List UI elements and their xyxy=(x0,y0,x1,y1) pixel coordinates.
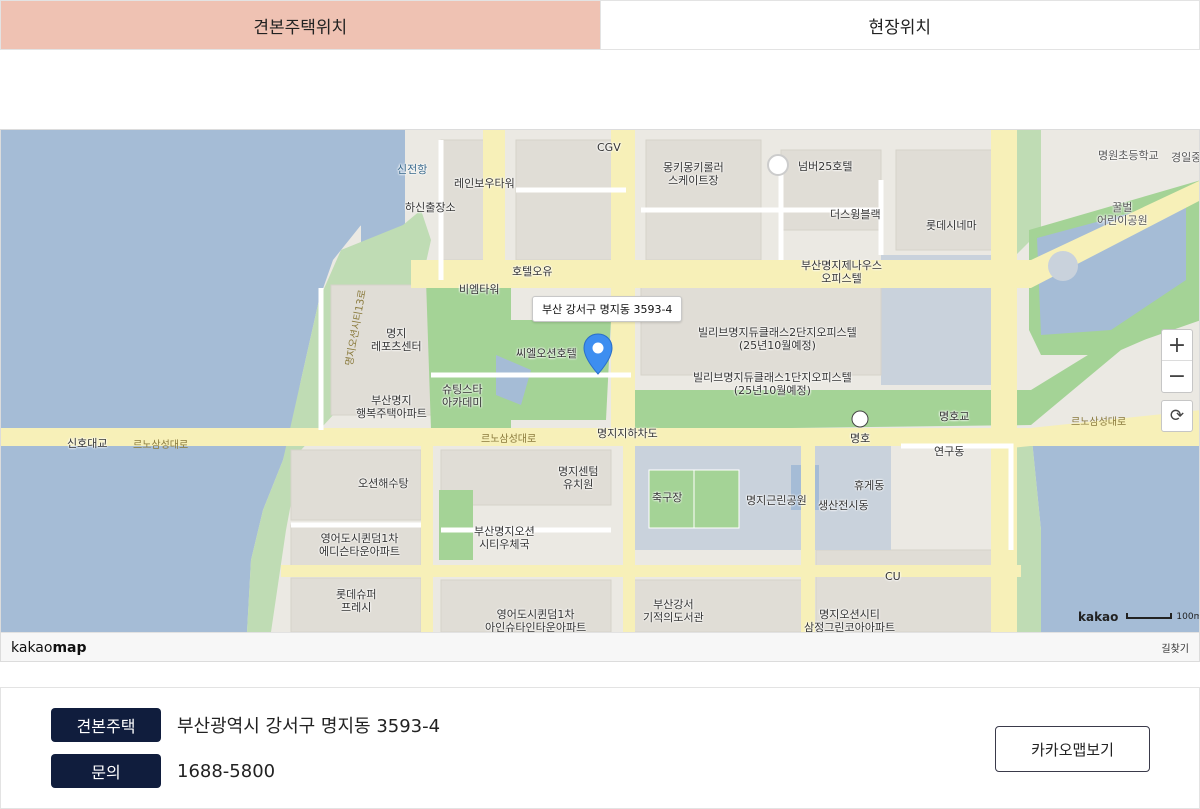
zoom-control: + − xyxy=(1161,329,1193,393)
poi-myeongho-bridge: 명호교 xyxy=(939,410,970,423)
road-label-renault-east: 르노삼성대로 xyxy=(1071,417,1127,428)
zoom-in-button[interactable]: + xyxy=(1162,330,1192,361)
inquiry-row: 문의 1688-5800 xyxy=(51,754,275,788)
kakaomap-logo-bold: map xyxy=(52,639,87,656)
poi-production-bldg: 생산전시동 xyxy=(818,499,869,512)
poi-shooting-star: 슈팅스타 아카데미 xyxy=(442,383,483,409)
model-house-address: 부산광역시 강서구 명지동 3593-4 xyxy=(177,716,441,737)
scale-distance: 100m xyxy=(1176,612,1200,622)
kakao-map-view-button[interactable]: 카카오맵보기 xyxy=(995,726,1150,772)
poi-seawell-hotel: 씨엘오션호텔 xyxy=(516,347,577,360)
scale-bar xyxy=(1126,613,1173,619)
poi-underpass: 명지지하차도 xyxy=(597,427,658,440)
poi-bm-tower: 비엠타워 xyxy=(459,283,500,296)
poi-billy-1: 빌리브명지듀클래스1단지오피스텔 (25년10월예정) xyxy=(693,371,852,397)
poi-cgv: CGV xyxy=(597,141,621,154)
poi-rest-bldg: 휴게동 xyxy=(854,479,885,492)
map-scale: kakao 100m xyxy=(1078,610,1200,624)
poi-ocean-bath: 오션해수탕 xyxy=(358,477,409,490)
poi-kkulbeol-park: 꿀벌 어린이공원 xyxy=(1097,201,1148,227)
poi-number25-hotel: 넘버25호텔 xyxy=(798,160,853,173)
reset-map-button[interactable]: ⟳ xyxy=(1161,400,1193,432)
location-info-box: 견본주택 부산광역시 강서구 명지동 3593-4 문의 1688-5800 카… xyxy=(0,687,1200,809)
map-canvas[interactable]: 신전항 하신출장소 레인보우타워 CGV 몽키몽키롤러 스케이트장 넘버25호텔… xyxy=(1,130,1200,632)
poi-sinho-bridge: 신호대교 xyxy=(67,437,108,450)
poi-myeongwon-school: 명원초등학교 xyxy=(1098,149,1159,162)
inquiry-phone[interactable]: 1688-5800 xyxy=(177,761,275,782)
kakao-map[interactable]: 신전항 하신출장소 레인보우타워 CGV 몽키몽키롤러 스케이트장 넘버25호텔… xyxy=(0,129,1200,662)
poi-gyeongil: 경일중 xyxy=(1171,151,1200,164)
poi-centum-kinder: 명지센텀 유치원 xyxy=(558,465,599,491)
model-house-row: 견본주택 부산광역시 강서구 명지동 3593-4 xyxy=(51,708,440,742)
kakaomap-logo[interactable]: kakaomap xyxy=(11,640,87,656)
poi-monkey-rink: 몽키몽키롤러 스케이트장 xyxy=(663,161,724,187)
poi-research-bldg: 연구동 xyxy=(934,445,965,458)
poi-sports-center: 명지 레포츠센터 xyxy=(371,327,422,353)
inquiry-badge: 문의 xyxy=(51,754,161,788)
road-label-renault-center: 르노삼성대로 xyxy=(481,434,537,445)
poi-cu-store: CU xyxy=(885,570,901,583)
poi-myeongho-ic: 명호 xyxy=(850,432,871,445)
model-house-badge: 견본주택 xyxy=(51,708,161,742)
poi-jenaus: 부산명지제나우스 오피스텔 xyxy=(801,259,882,285)
poi-yeongeo-edison: 영어도시퀸덤1차 에디슨타운아파트 xyxy=(319,532,400,558)
road-label-renault-west: 르노삼성대로 xyxy=(133,440,189,451)
poi-lotte-cinema: 롯데시네마 xyxy=(926,219,977,232)
poi-rainbow-tower: 레인보우타워 xyxy=(454,177,515,190)
tab-model-house-location[interactable]: 견본주택위치 xyxy=(1,1,600,49)
poi-miracle-library: 부산강서 기적의도서관 xyxy=(643,598,704,624)
location-marker-icon[interactable] xyxy=(583,333,613,375)
zoom-out-button[interactable]: − xyxy=(1162,361,1192,392)
poi-hasin-office: 하신출장소 xyxy=(405,201,456,214)
poi-happy-housing: 부산명지 행복주택아파트 xyxy=(356,394,427,420)
map-base-layer xyxy=(1,130,1199,632)
poi-post-office: 부산명지오션 시티우체국 xyxy=(474,525,535,551)
poi-billy-2: 빌리브명지듀클래스2단지오피스텔 (25년10월예정) xyxy=(698,326,857,352)
poi-hotel-ou: 호텔오유 xyxy=(512,265,553,278)
poi-sinjeonhang: 신전항 xyxy=(397,163,428,176)
poi-ocean-city-apt: 명지오션시티 삼정그린코아아파트 xyxy=(804,608,896,632)
kakaomap-logo-light: kakao xyxy=(11,639,53,656)
poi-lotte-fresh: 롯데슈퍼 프레시 xyxy=(336,588,377,614)
poi-myeongji-park: 명지근린공원 xyxy=(746,494,807,507)
poi-soccer-field: 축구장 xyxy=(652,491,683,504)
directions-link[interactable]: 길찾기 xyxy=(1161,640,1189,655)
scale-brand: kakao xyxy=(1078,610,1119,624)
map-footer: kakaomap 길찾기 xyxy=(1,632,1199,661)
poi-the-swing: 더스윙블랙 xyxy=(830,208,881,221)
location-callout: 부산 강서구 명지동 3593-4 xyxy=(532,296,683,322)
tab-site-location[interactable]: 현장위치 xyxy=(599,1,1199,49)
location-tabs: 견본주택위치 현장위치 xyxy=(0,0,1200,50)
poi-yeongeo-einstein: 영어도시퀸덤1차 아인슈타인타운아파트 xyxy=(485,608,587,632)
